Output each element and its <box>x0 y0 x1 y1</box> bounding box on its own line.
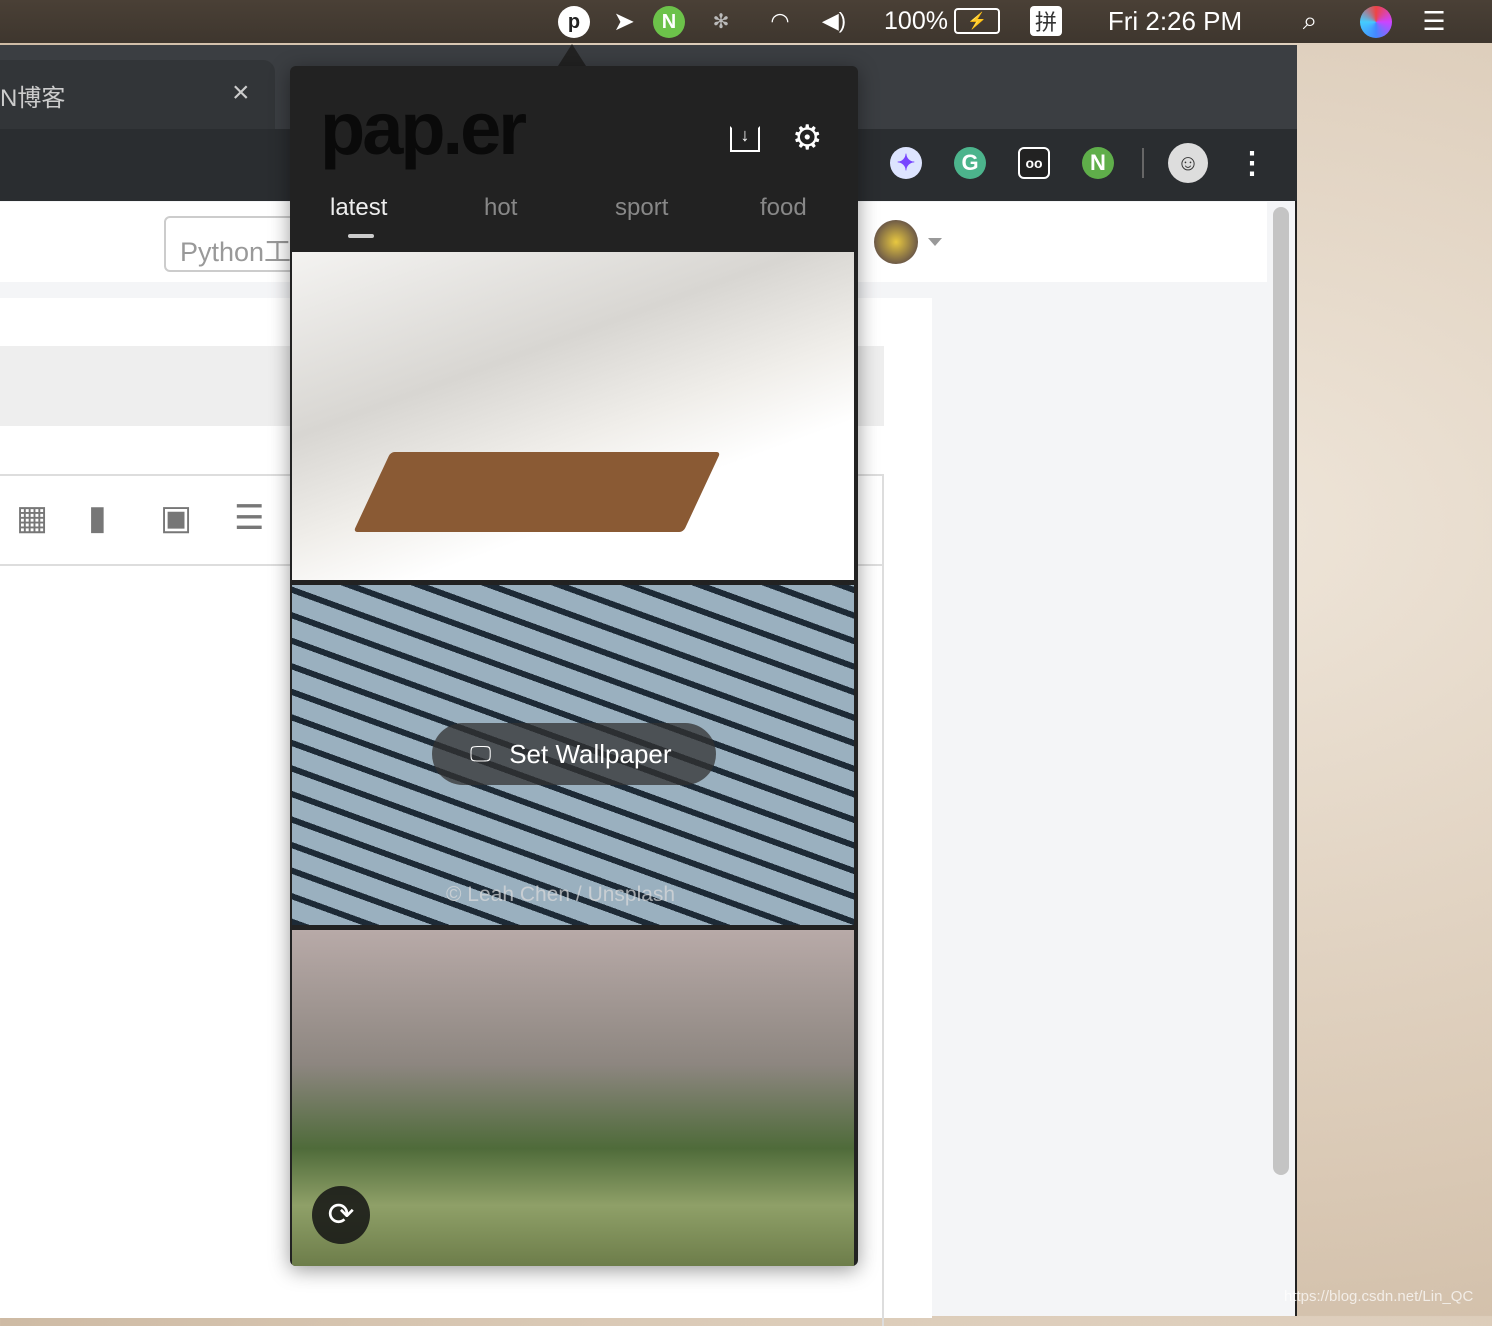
browser-menu-button[interactable]: ⋮ <box>1236 147 1268 180</box>
settings-gear-icon[interactable]: ⚙ <box>792 118 822 158</box>
monitor-icon: 🖵 <box>470 741 492 766</box>
browser-tab[interactable]: N博客 × <box>0 60 275 136</box>
table-icon[interactable]: ▦ <box>16 498 48 538</box>
chart-icon[interactable]: ▮ <box>88 498 107 538</box>
set-wallpaper-button[interactable]: 🖵 Set Wallpaper <box>432 723 716 785</box>
tab-food[interactable]: food <box>760 194 807 222</box>
refresh-button[interactable]: ⟳ <box>312 1186 370 1244</box>
download-icon[interactable]: ↓ <box>730 126 760 152</box>
wallpaper-mountains[interactable]: ⟳ <box>292 930 854 1266</box>
photo-credit[interactable]: © Leah Chen / Unsplash <box>446 883 675 907</box>
toolbar-divider <box>1142 148 1144 178</box>
battery-percent: 100% <box>884 6 948 35</box>
editor-body <box>882 566 884 1326</box>
tab-hot[interactable]: hot <box>484 194 517 222</box>
active-tab-indicator <box>348 234 374 238</box>
chevron-down-icon[interactable] <box>928 238 942 253</box>
image-icon[interactable]: ▣ <box>160 498 192 538</box>
paper-logo: pap.er <box>320 87 527 170</box>
popup-arrow <box>558 44 586 66</box>
input-method-icon[interactable]: 拼 <box>1030 6 1062 36</box>
paper-popup: pap.er ↓ ⚙ latest hot sport food 🖵 Set W… <box>290 66 858 1266</box>
tray-image <box>353 452 721 532</box>
wifi-icon[interactable]: ◠ <box>760 6 800 36</box>
battery-charging-icon[interactable]: ⚡ <box>954 8 1000 34</box>
n-icon[interactable]: N <box>1082 147 1114 179</box>
watermark: https://blog.csdn.net/Lin_QC <box>1284 1288 1474 1305</box>
search-input[interactable]: Python工 <box>164 216 304 272</box>
tab-title: N博客 <box>0 85 66 112</box>
glasses-icon[interactable]: oo <box>1018 147 1050 179</box>
siri-icon[interactable] <box>1360 6 1392 38</box>
divider-icon[interactable]: ☰ <box>234 498 264 538</box>
paper-icon[interactable]: p <box>558 6 590 38</box>
user-avatar[interactable] <box>874 220 918 264</box>
profile-avatar[interactable]: ☺ <box>1168 143 1208 183</box>
tab-close-button[interactable]: × <box>232 76 250 110</box>
bluetooth-icon[interactable]: ✻ <box>708 6 734 36</box>
wallpaper-bedroom[interactable] <box>292 252 854 580</box>
tab-sport[interactable]: sport <box>615 194 668 222</box>
grammarly-icon[interactable]: G <box>954 147 986 179</box>
n-icon[interactable]: N <box>653 6 685 38</box>
list-icon[interactable]: ☰ <box>1414 6 1454 36</box>
volume-icon[interactable]: ◀) <box>818 6 850 36</box>
tab-latest[interactable]: latest <box>330 194 387 222</box>
search-icon[interactable]: ⌕ <box>1294 5 1326 36</box>
menu-bar: p ➤ N ✻ ◠ ◀) 100% ⚡ 拼 Fri 2:26 PM ⌕ ☰ <box>0 0 1492 43</box>
clock[interactable]: Fri 2:26 PM <box>1100 6 1250 36</box>
paper-plane-icon[interactable]: ➤ <box>606 6 642 36</box>
wallpaper-architecture[interactable]: 🖵 Set Wallpaper © Leah Chen / Unsplash <box>292 585 854 925</box>
scrollbar[interactable] <box>1273 207 1289 1175</box>
set-wallpaper-label: Set Wallpaper <box>509 738 672 769</box>
kiwi-icon[interactable]: ✦ <box>890 147 922 179</box>
